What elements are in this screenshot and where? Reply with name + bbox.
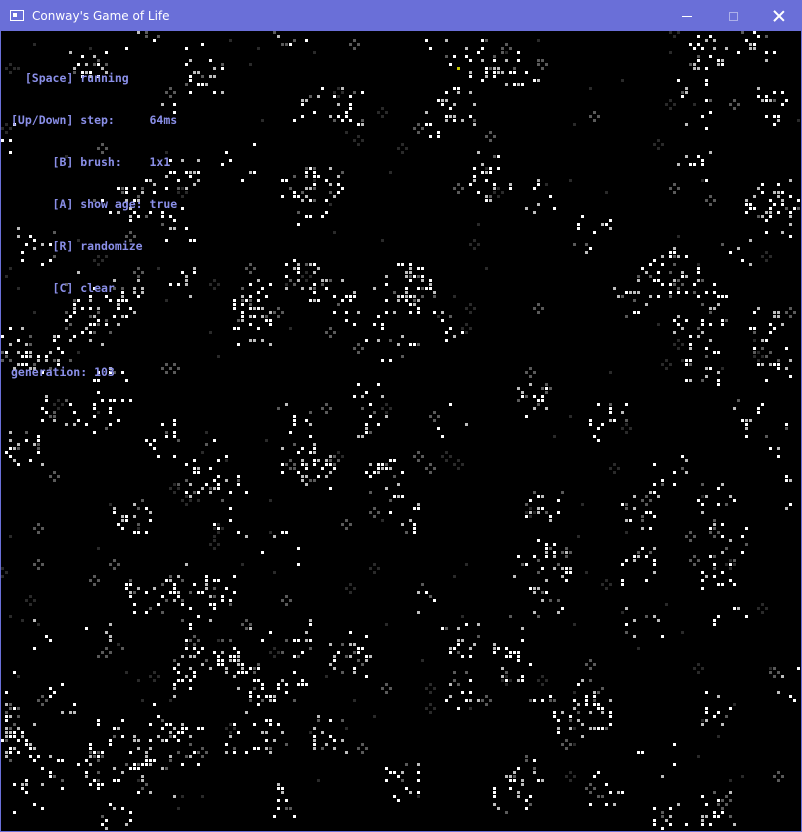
app-icon — [10, 10, 24, 21]
hud-generation: generation: 103 — [11, 365, 115, 379]
hud-line-blank — [11, 323, 177, 337]
hud-line-randomize: [R] randomize — [11, 239, 143, 253]
maximize-button — [710, 1, 756, 31]
hud-line-brush: [B] brush: 1x1 — [11, 155, 171, 169]
hud-line-space: [Space] running — [11, 71, 129, 85]
hud-overlay: [Space] running [Up/Down] step: 64ms [B]… — [11, 43, 177, 407]
hud-line-age: [A] show age: true — [11, 197, 178, 211]
maximize-icon — [728, 11, 738, 21]
close-button[interactable] — [756, 1, 801, 31]
close-icon — [773, 10, 785, 22]
title-bar[interactable]: Conway's Game of Life — [1, 1, 801, 31]
app-window: Conway's Game of Life [Space] running [U… — [0, 0, 802, 832]
hud-line-step: [Up/Down] step: 64ms — [11, 113, 178, 127]
minimize-button[interactable] — [664, 1, 710, 31]
window-title: Conway's Game of Life — [32, 9, 170, 23]
life-grid-canvas[interactable]: [Space] running [Up/Down] step: 64ms [B]… — [1, 31, 801, 831]
hud-line-clear: [C] clear — [11, 281, 115, 295]
minimize-icon — [682, 15, 692, 17]
